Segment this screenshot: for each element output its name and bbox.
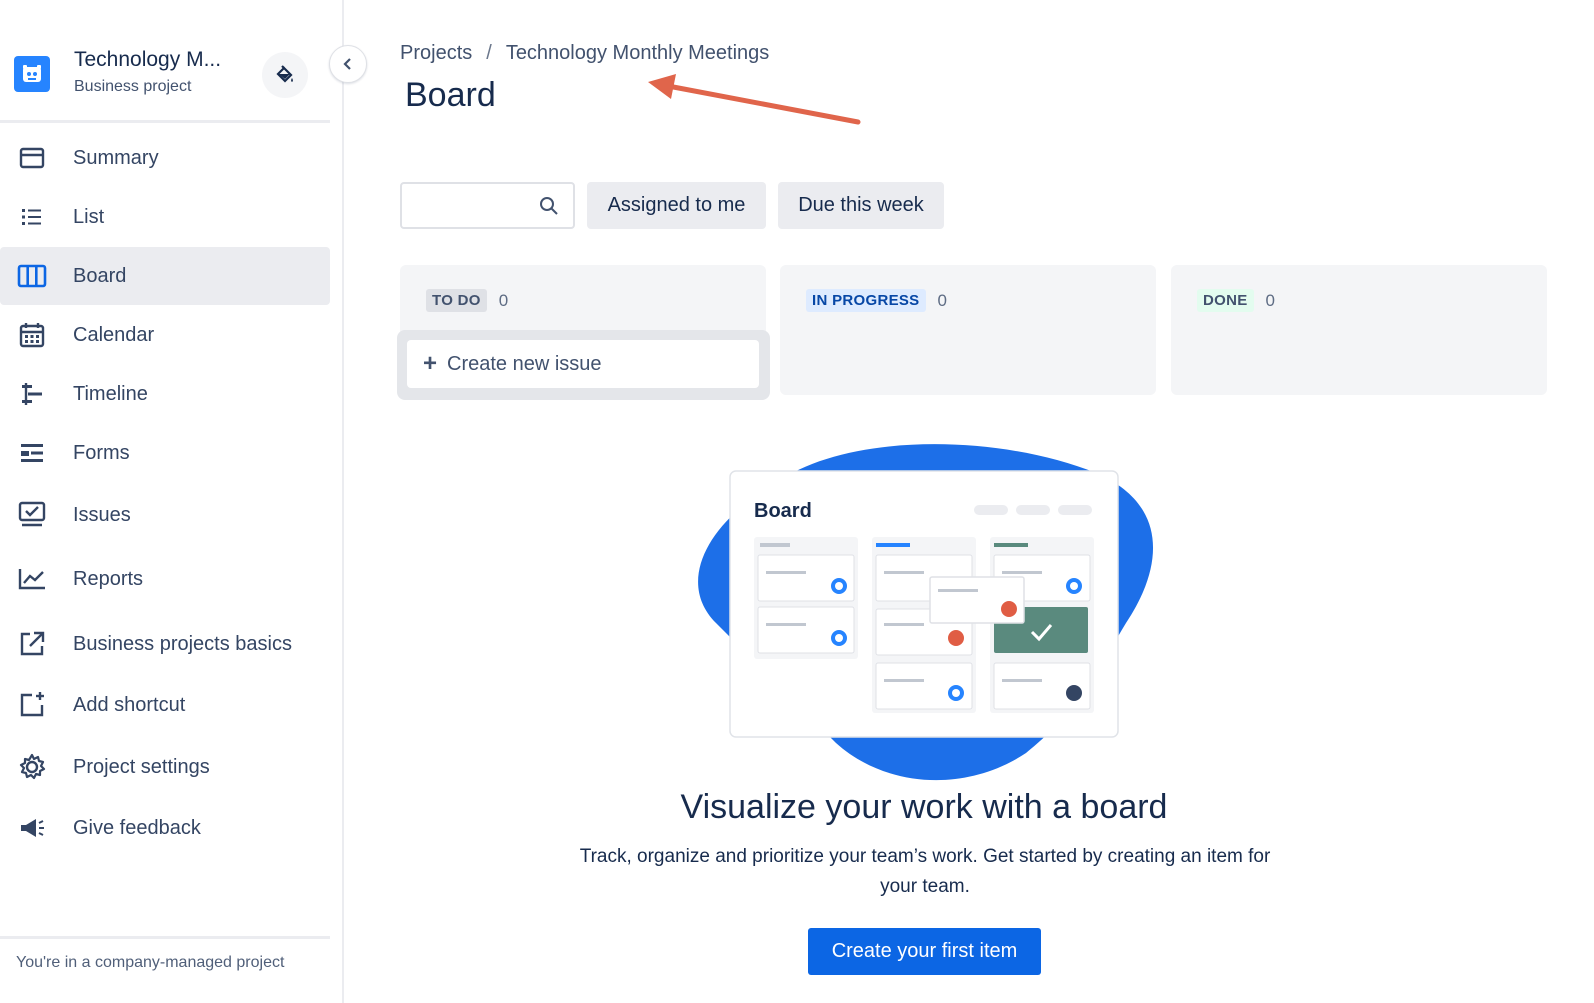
- calendar-icon: [17, 320, 47, 350]
- sidebar-item-list[interactable]: List: [0, 188, 330, 246]
- sidebar-item-business-projects-basics[interactable]: Business projects basics: [0, 615, 330, 673]
- column-status-lozenge: DONE: [1197, 289, 1254, 312]
- board-search-input[interactable]: [400, 182, 575, 229]
- paint-bucket-icon: [276, 65, 293, 83]
- sidebar-divider: [0, 120, 330, 123]
- summary-icon: [17, 143, 47, 173]
- create-issue-wrapper: + Create new issue: [397, 330, 770, 400]
- create-first-item-button[interactable]: Create your first item: [808, 928, 1041, 975]
- gear-icon: [17, 752, 47, 782]
- forms-icon: [17, 438, 47, 468]
- column-status-lozenge: IN PROGRESS: [806, 289, 926, 312]
- sidebar-item-label: Forms: [73, 441, 130, 464]
- search-icon: [540, 197, 558, 215]
- collapse-sidebar-button[interactable]: [329, 45, 367, 83]
- sidebar-item-label: Board: [73, 264, 127, 287]
- sidebar-item-label: Calendar: [73, 323, 155, 346]
- timeline-icon: [17, 379, 47, 409]
- sidebar-item-issues[interactable]: Issues: [0, 486, 330, 544]
- plus-icon: +: [423, 350, 438, 377]
- project-type: Business project: [74, 78, 192, 95]
- project-header[interactable]: Technology M... Business project: [14, 40, 334, 110]
- sidebar-footer-divider: [0, 936, 330, 939]
- breadcrumb: Projects / Technology Monthly Meetings: [400, 42, 769, 65]
- empty-state-description: Track, organize and prioritize your team…: [579, 846, 1271, 897]
- sidebar-item-label: Business projects basics: [73, 632, 292, 655]
- chevron-left-icon: [343, 58, 351, 70]
- assigned-to-me-filter[interactable]: Assigned to me: [587, 182, 766, 229]
- sidebar-item-label: List: [73, 205, 105, 228]
- sidebar-item-calendar[interactable]: Calendar: [0, 306, 330, 364]
- company-managed-note: You're in a company-managed project: [16, 954, 285, 971]
- breadcrumb-project[interactable]: Technology Monthly Meetings: [506, 42, 769, 64]
- sidebar-item-label: Reports: [73, 567, 144, 590]
- issues-icon: [17, 500, 47, 530]
- theme-paint-button[interactable]: [262, 52, 308, 98]
- project-name: Technology M...: [74, 48, 222, 71]
- reports-icon: [17, 564, 47, 594]
- column-done: DONE 0: [1171, 265, 1547, 395]
- column-count: 0: [1265, 290, 1276, 310]
- sidebar-item-label: Project settings: [73, 755, 210, 778]
- breadcrumb-projects[interactable]: Projects: [400, 42, 472, 64]
- sidebar-item-timeline[interactable]: Timeline: [0, 365, 330, 423]
- due-this-week-filter[interactable]: Due this week: [778, 182, 944, 229]
- column-count: 0: [498, 290, 509, 310]
- sidebar-item-reports[interactable]: Reports: [0, 550, 330, 608]
- sidebar: Technology M... Business project Summary…: [0, 0, 344, 1003]
- sidebar-item-add-shortcut[interactable]: Add shortcut: [0, 676, 330, 734]
- create-new-issue-button[interactable]: + Create new issue: [407, 340, 759, 388]
- sidebar-item-label: Add shortcut: [73, 693, 186, 716]
- column-in-progress: IN PROGRESS 0: [780, 265, 1156, 395]
- empty-state-title: Visualize your work with a board: [680, 788, 1168, 826]
- add-shortcut-icon: [17, 690, 47, 720]
- sidebar-item-board[interactable]: Board: [0, 247, 330, 305]
- external-link-icon: [17, 629, 47, 659]
- sidebar-item-summary[interactable]: Summary: [0, 129, 330, 187]
- sidebar-item-label: Issues: [73, 503, 131, 526]
- sidebar-item-label: Timeline: [73, 382, 148, 405]
- column-count: 0: [937, 290, 947, 310]
- board-icon: [17, 261, 47, 291]
- list-icon: [17, 202, 47, 232]
- project-avatar-icon: [14, 56, 50, 92]
- board-illustration: Board: [698, 444, 1154, 781]
- breadcrumb-separator: /: [486, 42, 492, 64]
- sidebar-item-forms[interactable]: Forms: [0, 424, 330, 482]
- annotation-arrow: [648, 74, 861, 125]
- illustration-board-label: Board: [754, 500, 812, 522]
- sidebar-item-label: Summary: [73, 146, 159, 169]
- page-title: Board: [405, 76, 496, 114]
- create-issue-label: Create new issue: [447, 352, 602, 375]
- column-status-lozenge: TO DO: [426, 289, 487, 312]
